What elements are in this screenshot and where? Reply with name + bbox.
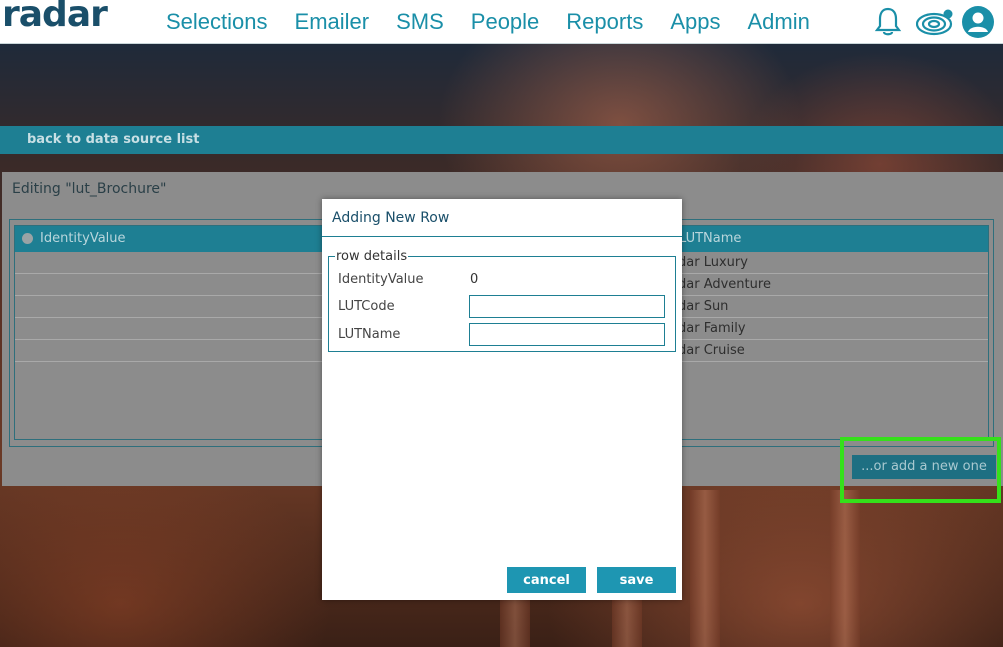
- row-details-legend: row details: [336, 249, 408, 264]
- lutname-input[interactable]: [469, 323, 665, 346]
- back-to-data-source-list-link[interactable]: back to data source list: [27, 132, 199, 147]
- cell-lutname: dar Sun: [678, 299, 729, 314]
- lutcode-label: LUTCode: [338, 299, 395, 314]
- nav-reports[interactable]: Reports: [566, 9, 643, 35]
- lutname-label: LUTName: [338, 327, 401, 342]
- background-pillar: [830, 490, 860, 647]
- cell-lutname: dar Adventure: [678, 277, 771, 292]
- nav-selections[interactable]: Selections: [166, 9, 268, 35]
- cell-lutname: dar Luxury: [678, 255, 748, 270]
- radar-logo[interactable]: radar: [2, 0, 108, 35]
- panel-title: Editing "lut_Brochure": [12, 181, 167, 197]
- dialog-divider: [322, 236, 682, 237]
- save-button[interactable]: save: [597, 567, 676, 593]
- nav-people[interactable]: People: [471, 9, 540, 35]
- adding-new-row-dialog: Adding New Row row details IdentityValue…: [322, 199, 682, 600]
- radar-icon[interactable]: [915, 9, 956, 41]
- identityvalue-label: IdentityValue: [338, 272, 424, 287]
- cell-lutname: dar Family: [678, 321, 746, 336]
- identityvalue-value: 0: [470, 272, 479, 287]
- lutcode-input[interactable]: [469, 295, 665, 318]
- column-header-lutname[interactable]: LUTName: [679, 231, 741, 246]
- main-nav: Selections Emailer SMS People Reports Ap…: [166, 9, 837, 35]
- nav-emailer[interactable]: Emailer: [295, 9, 370, 35]
- back-bar: back to data source list: [0, 126, 1003, 154]
- bell-icon[interactable]: [873, 6, 903, 42]
- top-navigation-bar: radar Selections Emailer SMS People Repo…: [0, 0, 1003, 44]
- cell-lutname: dar Cruise: [678, 343, 745, 358]
- background-pillar: [690, 490, 720, 647]
- nav-apps[interactable]: Apps: [670, 9, 720, 35]
- nav-sms[interactable]: SMS: [396, 9, 444, 35]
- highlight-box: [840, 437, 1001, 503]
- nav-admin[interactable]: Admin: [748, 9, 810, 35]
- dialog-title: Adding New Row: [332, 210, 450, 226]
- column-header-identityvalue[interactable]: IdentityValue: [40, 231, 126, 246]
- cancel-button[interactable]: cancel: [507, 567, 586, 593]
- select-all-radio[interactable]: [22, 233, 33, 244]
- user-icon[interactable]: [961, 5, 995, 43]
